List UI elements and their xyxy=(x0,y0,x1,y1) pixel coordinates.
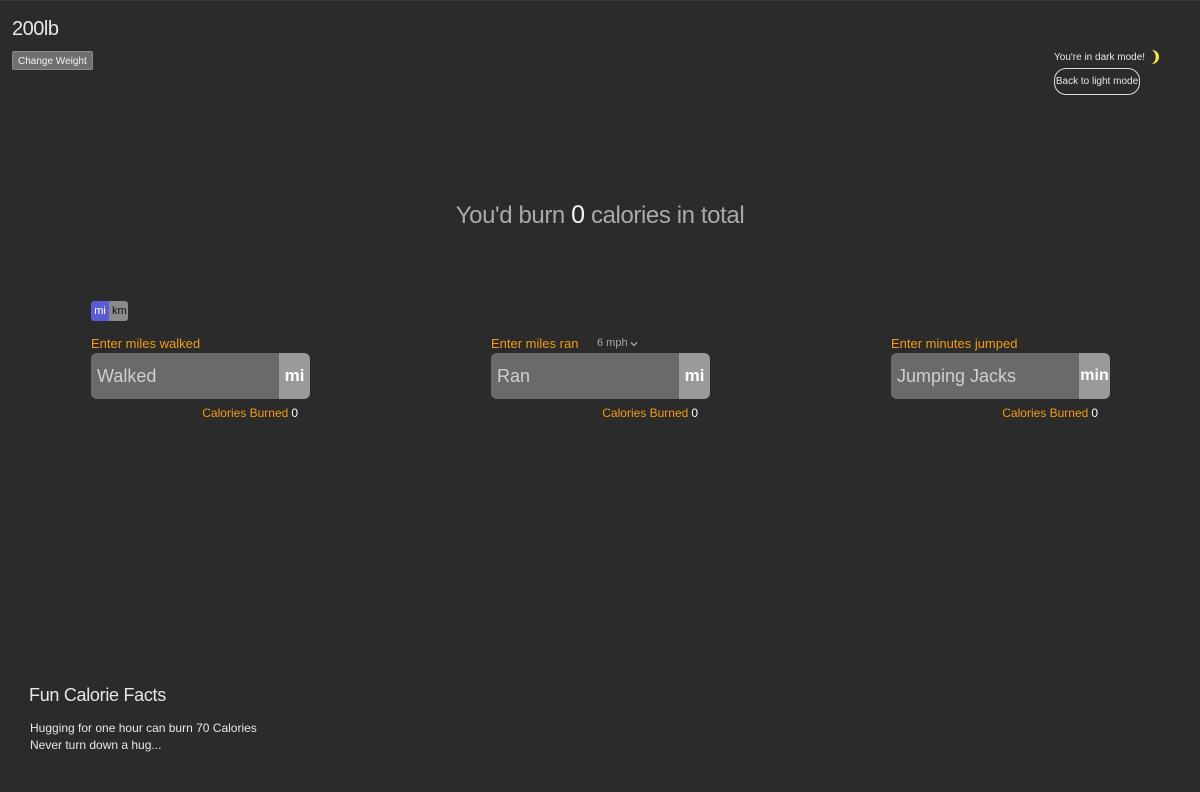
run-activity: Enter miles ran 6 mph mi Calories Burned… xyxy=(491,336,711,420)
walk-input[interactable] xyxy=(91,353,279,399)
jump-activity: Enter minutes jumped min Calories Burned… xyxy=(891,336,1111,420)
calorie-calculator-page: 200lb Change Weight You're in dark mode!… xyxy=(0,0,1200,792)
jump-input-group: min xyxy=(891,353,1110,399)
total-suffix: calories in total xyxy=(590,202,745,229)
chevron-down-icon xyxy=(630,339,638,347)
walk-calories-burned: Calories Burned 0 xyxy=(91,406,311,420)
run-speed-select[interactable]: 6 mph xyxy=(597,337,638,349)
unit-option-km[interactable]: km xyxy=(109,301,128,321)
fact-line: Never turn down a hug... xyxy=(30,738,162,752)
walk-burned-value: 0 xyxy=(291,406,298,420)
jump-burned-value: 0 xyxy=(1091,406,1098,420)
walk-activity: Enter miles walked mi Calories Burned0 xyxy=(91,336,311,420)
jump-calories-burned: Calories Burned 0 xyxy=(891,406,1111,420)
walk-unit: mi xyxy=(279,353,310,399)
total-prefix: You'd burn xyxy=(455,202,566,229)
change-weight-button[interactable]: Change Weight xyxy=(12,51,93,70)
fact-line: Hugging for one hour can burn 70 Calorie… xyxy=(30,721,257,735)
run-calories-burned: Calories Burned 0 xyxy=(491,406,711,420)
total-calories-headline: You'd burn 0 calories in total xyxy=(0,201,1200,230)
dark-mode-status-text: You're in dark mode! xyxy=(1054,51,1146,63)
distance-unit-toggle: mi km xyxy=(91,301,128,321)
run-input[interactable] xyxy=(491,353,679,399)
run-unit: mi xyxy=(679,353,710,399)
walk-burned-label: Calories Burned xyxy=(202,406,289,420)
walk-input-group: mi xyxy=(91,353,310,399)
weight-display: 200lb xyxy=(12,18,59,40)
light-mode-toggle-button[interactable]: Back to light mode xyxy=(1054,68,1140,95)
run-speed-value: 6 mph xyxy=(597,337,628,349)
run-burned-value: 0 xyxy=(691,406,698,420)
run-burned-label: Calories Burned xyxy=(602,406,689,420)
dark-mode-status: You're in dark mode! xyxy=(1054,49,1160,65)
walk-label: Enter miles walked xyxy=(91,336,201,351)
jump-unit: min xyxy=(1079,353,1110,399)
run-input-group: mi xyxy=(491,353,710,399)
facts-title: Fun Calorie Facts xyxy=(29,685,166,705)
unit-option-mi[interactable]: mi xyxy=(91,301,109,321)
jump-label: Enter minutes jumped xyxy=(891,336,1018,351)
jump-burned-label: Calories Burned xyxy=(1002,406,1089,420)
total-calories-value: 0 xyxy=(571,201,585,229)
moon-icon xyxy=(1148,49,1160,65)
jump-input[interactable] xyxy=(891,353,1079,399)
